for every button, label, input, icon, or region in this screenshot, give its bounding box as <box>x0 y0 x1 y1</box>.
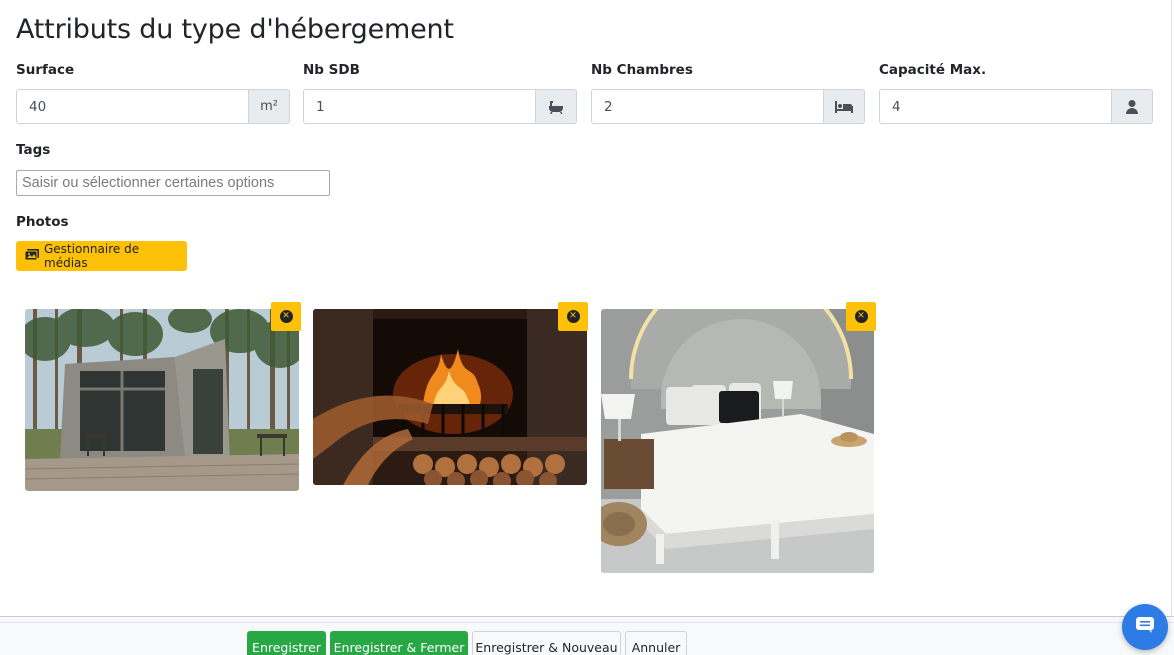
images-icon <box>24 248 39 264</box>
remove-photo-2-button[interactable]: ✕ <box>558 302 588 331</box>
remove-photo-1-button[interactable]: ✕ <box>271 302 301 331</box>
close-circle-icon: ✕ <box>566 310 580 323</box>
footer-divider-inner <box>0 622 1174 623</box>
capacity-field: Capacité Max. 4 <box>879 62 1153 124</box>
photos-label: Photos <box>16 214 69 230</box>
page-title: Attributs du type d'hébergement <box>16 14 454 45</box>
media-manager-label: Gestionnaire de médias <box>44 242 140 270</box>
tags-label: Tags <box>16 142 51 158</box>
square-meter-addon: m² <box>248 89 290 124</box>
capacity-input-group: 4 <box>879 89 1153 124</box>
save-button[interactable]: Enregistrer <box>247 631 326 655</box>
remove-photo-3-button[interactable]: ✕ <box>846 302 876 331</box>
bathrooms-input-group: 1 <box>303 89 577 124</box>
tags-input[interactable]: Saisir ou sélectionner certaines options <box>16 170 330 196</box>
bedrooms-input-group: 2 <box>591 89 865 124</box>
chat-icon <box>1136 616 1154 638</box>
surface-field: Surface 40 m² <box>16 62 290 124</box>
photo-thumbnail-cabin[interactable] <box>25 309 299 491</box>
capacity-input[interactable]: 4 <box>879 89 1111 124</box>
close-circle-icon: ✕ <box>279 310 293 323</box>
cancel-button[interactable]: Annuler <box>625 631 687 655</box>
surface-input[interactable]: 40 <box>16 89 248 124</box>
media-manager-button[interactable]: Gestionnaire de médias <box>16 241 187 271</box>
save-close-button[interactable]: Enregistrer & Fermer <box>330 631 468 655</box>
user-icon <box>1111 89 1153 124</box>
panel-edge <box>1171 0 1172 618</box>
bathrooms-field: Nb SDB 1 <box>303 62 577 124</box>
save-new-button[interactable]: Enregistrer & Nouveau <box>472 631 621 655</box>
chat-button[interactable] <box>1122 604 1168 650</box>
surface-input-group: 40 m² <box>16 89 290 124</box>
photo-thumbnail-fireplace[interactable] <box>313 309 587 485</box>
bathrooms-input[interactable]: 1 <box>303 89 535 124</box>
bedrooms-input[interactable]: 2 <box>591 89 823 124</box>
bed-icon <box>823 89 865 124</box>
photo-thumbnail-bedroom[interactable] <box>601 309 874 573</box>
bedrooms-field: Nb Chambres 2 <box>591 62 865 124</box>
bathrooms-label: Nb SDB <box>303 62 360 78</box>
footer-divider <box>0 616 1174 617</box>
bedrooms-label: Nb Chambres <box>591 62 693 78</box>
bath-icon <box>535 89 577 124</box>
capacity-label: Capacité Max. <box>879 62 987 78</box>
close-circle-icon: ✕ <box>854 310 868 323</box>
surface-label: Surface <box>16 62 75 78</box>
